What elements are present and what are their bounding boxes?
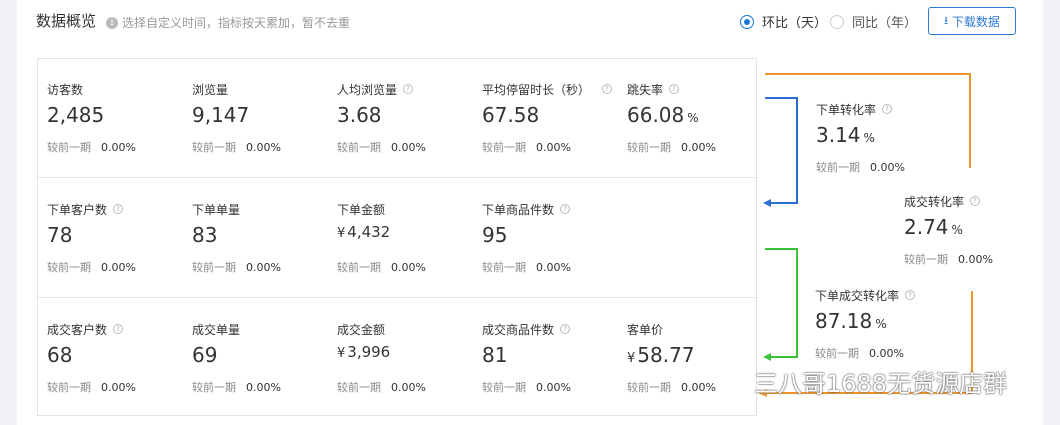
metric-value: 3.14 [816, 123, 861, 147]
metric-unit: % [951, 223, 963, 237]
metric-label: 下单成交转化率 [815, 288, 900, 303]
blue-arrow-line [765, 97, 798, 204]
conversion-order-rate: 下单转化率? 3.14% 较前一期 0.00% [816, 101, 956, 175]
compare-label: 较前一期 [816, 161, 860, 174]
metric-unit: % [875, 317, 887, 331]
conversion-deal-rate: 成交转化率? 2.74% 较前一期 0.00% [904, 193, 1044, 267]
green-arrow-line [765, 248, 798, 358]
wechat-icon [713, 368, 747, 395]
green-arrow-head [763, 353, 771, 361]
metric-label: 下单转化率 [816, 102, 877, 117]
help-icon[interactable]: ? [905, 290, 916, 300]
help-icon[interactable]: ? [882, 104, 893, 114]
conversion-flow-arrows [758, 73, 973, 397]
conversion-order-deal-rate: 下单成交转化率? 87.18% 较前一期 0.00% [815, 287, 955, 361]
help-icon[interactable]: ? [970, 196, 981, 206]
watermark: 三八哥1688无货源店群 [712, 364, 1007, 399]
metric-value: 87.18 [815, 309, 873, 333]
compare-label: 较前一期 [815, 347, 859, 360]
metric-value: 2.74 [904, 215, 949, 239]
compare-value: 0.00% [869, 347, 904, 360]
blue-arrow-head [763, 199, 771, 207]
metric-label: 成交转化率 [904, 194, 965, 209]
compare-value: 0.00% [958, 253, 993, 266]
metric-unit: % [863, 131, 875, 145]
compare-value: 0.00% [870, 161, 905, 174]
watermark-text: 三八哥1688无货源店群 [754, 370, 1008, 398]
compare-label: 较前一期 [904, 253, 948, 266]
